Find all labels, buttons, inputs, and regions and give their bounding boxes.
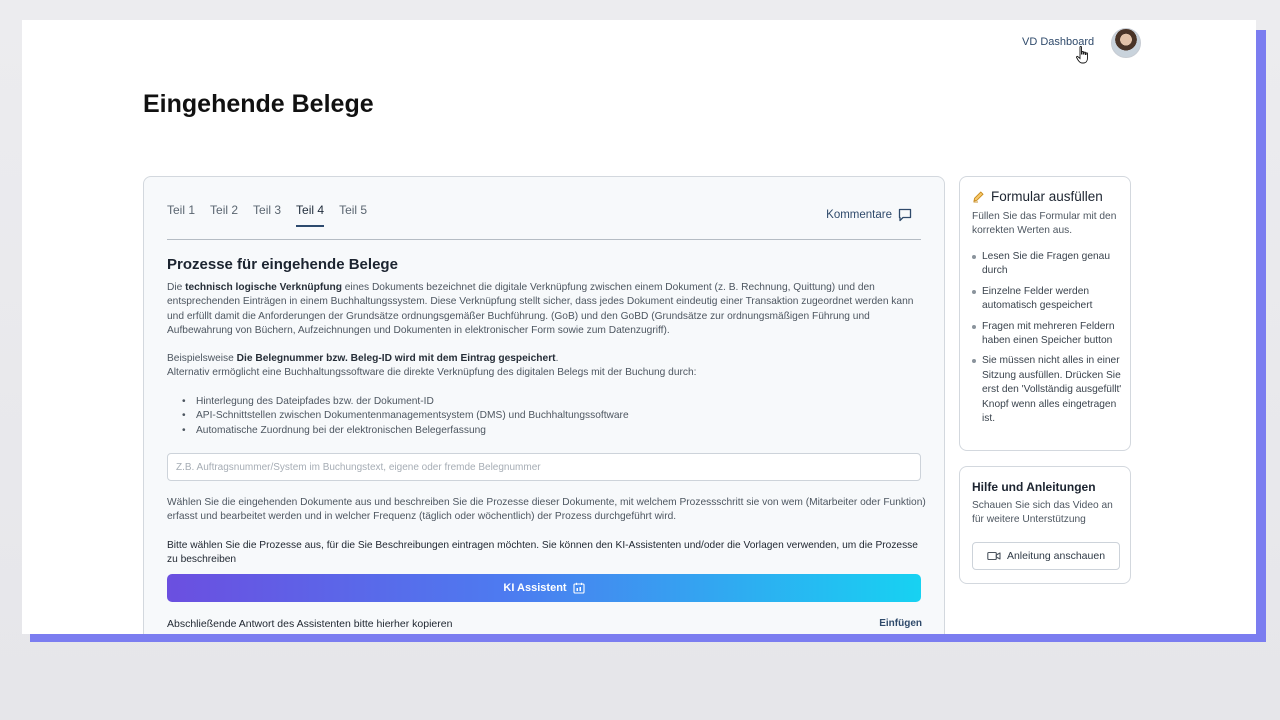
pencil-icon [973,191,984,203]
comments-button[interactable]: Kommentare [826,208,912,222]
ki-assistant-button[interactable]: KI Assistent [167,574,921,602]
watch-tutorial-label: Anleitung anschauen [1006,550,1106,562]
calendar-icon [573,582,585,594]
intro-paragraph: Die technisch logische Verknüpfung eines… [167,282,914,337]
main-form-card: Teil 1 Teil 2 Teil 3 Teil 4 Teil 5 Komme… [143,176,945,634]
help-title: Hilfe und Anleitungen [972,480,1096,494]
instruction-paragraph: Wählen Sie die eingehenden Dokumente aus… [167,497,926,523]
comment-icon [898,208,912,222]
list-item: Hinterlegung des Dateipfades bzw. der Do… [182,395,629,410]
method-list: Hinterlegung des Dateipfades bzw. der Do… [182,395,629,439]
tab-teil-3[interactable]: Teil 3 [253,203,281,227]
help-card: Hilfe und Anleitungen Schauen Sie sich d… [959,466,1131,584]
tab-teil-2[interactable]: Teil 2 [210,203,238,227]
pointer-cursor-icon [1076,46,1088,64]
list-item: API-Schnittstellen zwischen Dokumentenma… [182,409,629,424]
form-guide-card: Formular ausfüllen Füllen Sie das Formul… [959,176,1131,451]
video-icon [987,551,1001,561]
app-window: VD Dashboard Eingehende Belege Teil 1 Te… [22,20,1256,634]
tips-list: Lesen Sie die Fragen genau durch Einzeln… [972,250,1126,432]
tab-bar: Teil 1 Teil 2 Teil 3 Teil 4 Teil 5 [167,203,367,227]
paste-link[interactable]: Einfügen [879,618,922,629]
page-title: Eingehende Belege [143,90,374,118]
tab-teil-4[interactable]: Teil 4 [296,203,325,227]
form-guide-title-text: Formular ausfüllen [991,189,1103,204]
tab-teil-1[interactable]: Teil 1 [167,203,195,227]
example-paragraph: Beispielsweise Die Belegnummer bzw. Bele… [167,353,697,379]
list-item: Automatische Zuordnung bei der elektroni… [182,424,629,439]
final-answer-label: Abschließende Antwort des Assistenten bi… [167,618,453,630]
tab-divider [167,239,921,240]
form-guide-subtitle: Füllen Sie das Formular mit den korrekte… [972,211,1117,237]
link-method-input[interactable] [167,453,921,481]
tab-teil-5[interactable]: Teil 5 [339,203,367,227]
ki-assistant-label: KI Assistent [503,582,567,594]
selection-paragraph: Bitte wählen Sie die Prozesse aus, für d… [167,540,918,566]
watch-tutorial-button[interactable]: Anleitung anschauen [972,542,1120,570]
list-item: Sie müssen nicht alles in einer Sitzung … [972,354,1126,426]
form-guide-title: Formular ausfüllen [972,189,1103,204]
list-item: Einzelne Felder werden automatisch gespe… [972,285,1126,314]
section-title: Prozesse für eingehende Belege [167,256,398,273]
list-item: Fragen mit mehreren Feldern haben einen … [972,320,1126,349]
user-avatar[interactable] [1111,28,1141,58]
list-item: Lesen Sie die Fragen genau durch [972,250,1126,279]
comments-label: Kommentare [826,209,892,221]
help-subtitle: Schauen Sie sich das Video an für weiter… [972,500,1113,526]
